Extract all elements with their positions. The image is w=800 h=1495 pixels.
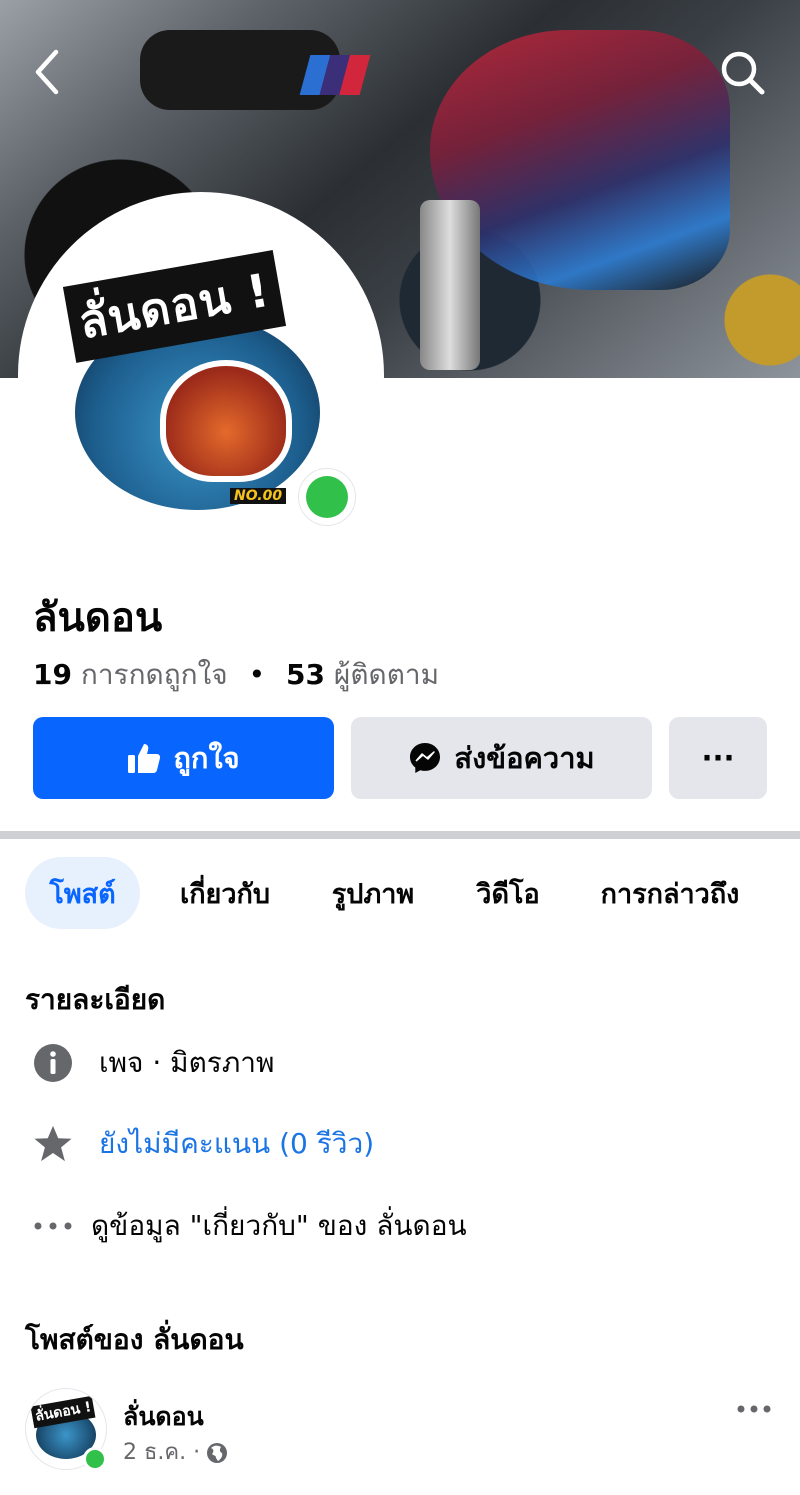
more-options-button[interactable]: ··· xyxy=(669,717,767,799)
chevron-left-icon xyxy=(35,49,59,95)
more-options-icon: ··· xyxy=(701,741,735,775)
tab-about[interactable]: เกี่ยวกับ xyxy=(165,857,285,929)
page-stats: 19 การกดถูกใจ • 53 ผู้ติดตาม xyxy=(33,655,439,695)
post-meta: 2 ธ.ค. · xyxy=(123,1437,228,1469)
tab-photos[interactable]: รูปภาพ xyxy=(318,857,428,929)
cover-fork-shape xyxy=(420,200,480,370)
likes-count: 19 xyxy=(33,658,72,691)
ellipsis-icon xyxy=(737,1405,771,1413)
about-link[interactable]: ดูข้อมูล "เกี่ยวกับ" ของ ลั่นดอน xyxy=(91,1206,467,1246)
like-button-label: ถูกใจ xyxy=(173,741,240,775)
category-row: เพจ · มิตรภาพ xyxy=(33,1043,274,1083)
like-button[interactable]: ถูกใจ xyxy=(33,717,334,799)
send-message-label: ส่งข้อความ xyxy=(454,741,595,775)
online-status-dot xyxy=(306,476,348,518)
search-icon xyxy=(721,51,765,95)
globe-icon xyxy=(207,1443,228,1463)
back-button[interactable] xyxy=(20,44,76,100)
followers-label[interactable]: ผู้ติดตาม xyxy=(334,658,439,691)
post-date[interactable]: 2 ธ.ค. · xyxy=(123,1437,200,1469)
star-icon xyxy=(33,1124,73,1164)
page-title: ลันดอน xyxy=(33,595,163,641)
about-row[interactable]: ดูข้อมูล "เกี่ยวกับ" ของ ลั่นดอน xyxy=(33,1206,467,1246)
shark-mouth-shape xyxy=(160,360,292,482)
cover-stripe-shape xyxy=(299,55,371,95)
stats-separator: • xyxy=(248,658,266,691)
ellipsis-icon xyxy=(33,1206,73,1246)
tab-videos[interactable]: วิดีโอ xyxy=(462,857,554,929)
send-message-button[interactable]: ส่งข้อความ xyxy=(351,717,652,799)
section-divider xyxy=(0,831,800,839)
tab-mentions[interactable]: การกล่าวถึง xyxy=(590,857,750,929)
followers-count: 53 xyxy=(286,658,326,691)
profile-tabs: โพสต์ เกี่ยวกับ รูปภาพ วิดีโอ การกล่าวถึ… xyxy=(0,857,800,929)
search-button[interactable] xyxy=(714,44,770,100)
info-icon xyxy=(33,1043,73,1083)
posts-heading: โพสต์ของ ลั่นดอน xyxy=(25,1323,244,1356)
messenger-icon xyxy=(410,743,441,773)
likes-label[interactable]: การกดถูกใจ xyxy=(81,658,228,691)
details-heading: รายละเอียด xyxy=(25,983,166,1016)
page-category: เพจ · มิตรภาพ xyxy=(99,1046,275,1079)
post-more-button[interactable] xyxy=(728,1392,780,1426)
thumbs-up-icon xyxy=(128,744,161,773)
post-author-name[interactable]: ลั่นดอน xyxy=(123,1400,204,1434)
tab-posts[interactable]: โพสต์ xyxy=(25,857,140,929)
post-online-dot xyxy=(83,1447,107,1471)
logo-badge: NO.00 xyxy=(230,488,287,504)
rating-link[interactable]: ยังไม่มีคะแนน (0 รีวิว) xyxy=(99,1124,374,1164)
rating-row[interactable]: ยังไม่มีคะแนน (0 รีวิว) xyxy=(33,1124,374,1164)
